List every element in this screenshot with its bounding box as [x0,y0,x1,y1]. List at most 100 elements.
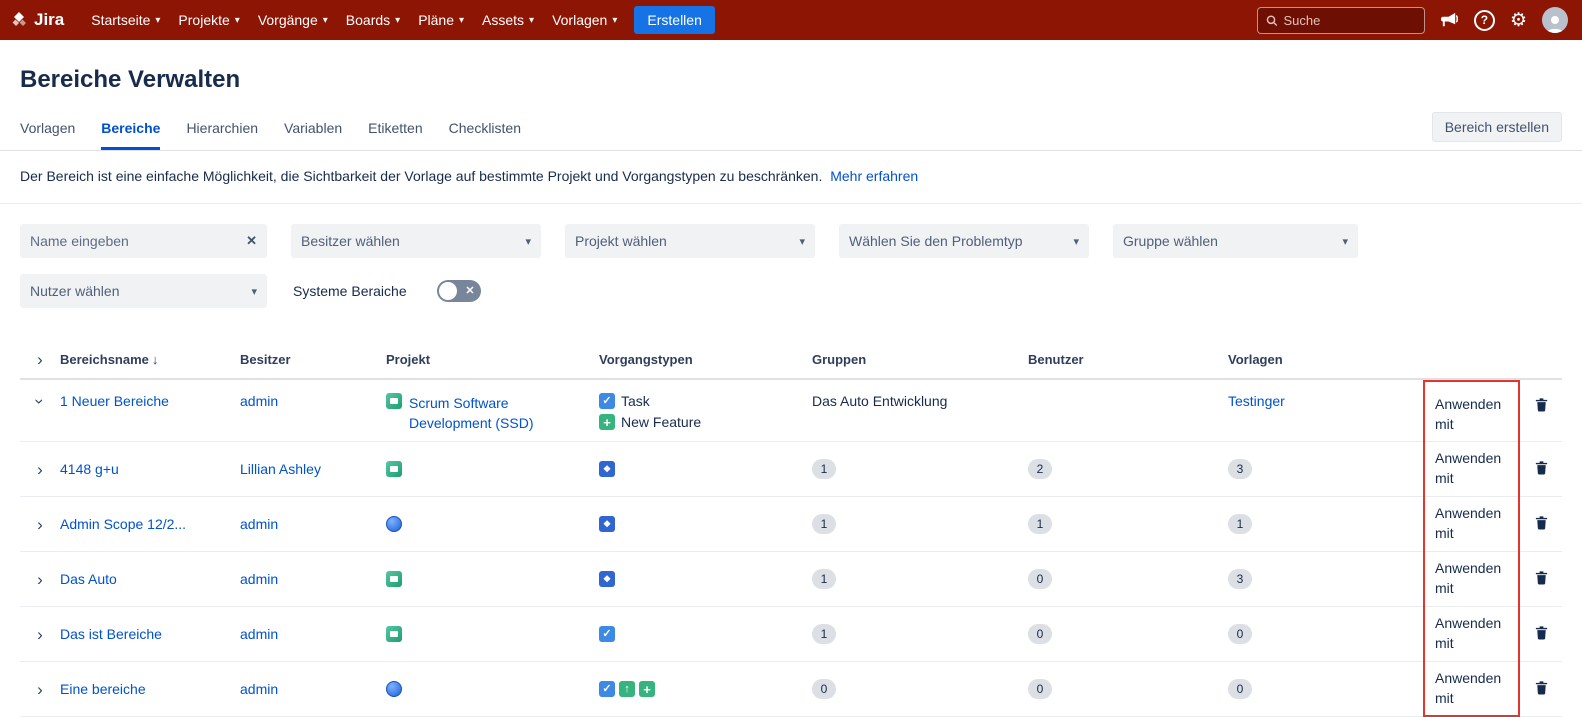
nav-item-startseite[interactable]: Startseite▾ [82,0,169,40]
tab-vorlagen[interactable]: Vorlagen [20,110,75,150]
header-projekt: Projekt [386,352,599,367]
clear-icon[interactable]: ✕ [246,233,257,249]
trash-icon [1534,680,1549,695]
nav-item-projekte[interactable]: Projekte▾ [169,0,248,40]
apply-with-link[interactable]: Anwenden mit [1435,395,1508,434]
project-icon-green [386,626,402,642]
table-row: › Admin Scope 12/2... admin ❖ 1 1 1 Anwe… [20,497,1562,552]
tab-hierarchien[interactable]: Hierarchien [186,110,258,150]
table-row: › 1 Neuer Bereiche admin Scrum Software … [20,380,1562,442]
create-button[interactable]: Erstellen [634,6,714,34]
name-filter-input[interactable] [30,233,230,249]
sort-desc-icon: ↓ [152,352,159,367]
delete-scope-button[interactable] [1530,566,1553,592]
owner-select[interactable]: Besitzer wählen ▾ [291,224,541,258]
header-gruppen: Gruppen [812,352,1028,367]
improvement-icon: ↑ [619,681,635,697]
expand-all-chevron-icon[interactable]: › [37,351,43,368]
nav-item-plaene[interactable]: Pläne▾ [409,0,473,40]
users-count-badge: 0 [1028,569,1052,589]
nav-item-boards[interactable]: Boards▾ [337,0,409,40]
jira-logo[interactable]: Jira [10,10,64,30]
users-count-badge: 1 [1028,514,1052,534]
search-input[interactable] [1283,13,1416,28]
template-link[interactable]: Testinger [1228,393,1285,409]
scopes-table: › Bereichsname↓ Besitzer Projekt Vorgang… [20,340,1562,717]
expand-row-chevron-icon[interactable]: › [37,626,43,643]
owner-link[interactable]: admin [240,571,278,587]
apply-with-link[interactable]: Anwenden mit [1435,669,1508,708]
templates-count-badge: 3 [1228,459,1252,479]
scope-name-link[interactable]: 1 Neuer Bereiche [60,393,169,409]
issue-type-label: New Feature [621,414,701,430]
gear-icon[interactable]: ⚙ [1510,11,1527,30]
trash-icon [1534,515,1549,530]
create-scope-button[interactable]: Bereich erstellen [1432,112,1562,142]
nav-item-vorlagen[interactable]: Vorlagen▾ [543,0,626,40]
apply-with-link[interactable]: Anwenden mit [1435,559,1508,598]
help-icon[interactable]: ? [1474,10,1495,31]
expand-row-chevron-icon[interactable]: › [37,681,43,698]
expand-row-chevron-icon[interactable]: › [37,461,43,478]
header-bereichsname[interactable]: Bereichsname↓ [60,352,240,367]
table-row: › Eine bereiche admin ✓ ↑ + 0 0 0 Anwend… [20,662,1562,717]
scope-name-link[interactable]: 4148 g+u [60,461,119,477]
nav-item-assets[interactable]: Assets▾ [473,0,543,40]
chevron-down-icon: ▾ [612,15,617,26]
project-select[interactable]: Projekt wählen ▾ [565,224,815,258]
navbar-right: ? ⚙ [1257,7,1568,34]
delete-scope-button[interactable] [1530,393,1553,419]
new-feature-icon: + [599,414,615,430]
scope-name-link[interactable]: Das Auto [60,571,117,587]
jira-logo-text: Jira [34,10,64,30]
toggle-knob [439,282,457,300]
apply-with-link[interactable]: Anwenden mit [1435,449,1508,488]
owner-link[interactable]: admin [240,681,278,697]
collapse-row-chevron-icon[interactable]: › [31,399,48,405]
jira-logo-icon [10,11,28,29]
name-filter[interactable]: ✕ [20,224,267,258]
system-scopes-toggle[interactable]: ✕ [437,280,481,302]
scope-name-link[interactable]: Das ist Bereiche [60,626,162,642]
expand-row-chevron-icon[interactable]: › [37,571,43,588]
delete-scope-button[interactable] [1530,511,1553,537]
group-select[interactable]: Gruppe wählen ▾ [1113,224,1358,258]
scope-name-link[interactable]: Eine bereiche [60,681,146,697]
delete-scope-button[interactable] [1530,676,1553,702]
tab-variablen[interactable]: Variablen [284,110,342,150]
delete-scope-button[interactable] [1530,621,1553,647]
scope-name-link[interactable]: Admin Scope 12/2... [60,516,186,532]
owner-link[interactable]: admin [240,393,278,409]
apply-with-link[interactable]: Anwenden mit [1435,614,1508,653]
chevron-down-icon: ▾ [235,15,240,26]
announcement-icon[interactable] [1440,11,1459,30]
tab-etiketten[interactable]: Etiketten [368,110,422,150]
templates-count-badge: 1 [1228,514,1252,534]
project-link[interactable]: Scrum Software Development (SSD) [409,393,559,434]
issuetype-select[interactable]: Wählen Sie den Problemtyp ▾ [839,224,1089,258]
apply-with-link[interactable]: Anwenden mit [1435,504,1508,543]
templates-count-badge: 0 [1228,624,1252,644]
new-feature-icon: + [639,681,655,697]
project-icon-green [386,393,402,409]
owner-link[interactable]: Lillian Ashley [240,461,321,477]
templates-count-badge: 3 [1228,569,1252,589]
tab-bereiche[interactable]: Bereiche [101,110,160,150]
trash-icon [1534,570,1549,585]
chevron-down-icon: ▾ [323,15,328,26]
table-header-row: › Bereichsname↓ Besitzer Projekt Vorgang… [20,340,1562,380]
search-box[interactable] [1257,7,1425,34]
delete-scope-button[interactable] [1530,456,1553,482]
avatar[interactable] [1542,7,1568,33]
chevron-down-icon: ▾ [155,15,160,26]
nav-item-vorgaenge[interactable]: Vorgänge▾ [249,0,337,40]
owner-link[interactable]: admin [240,626,278,642]
chevron-down-icon: ▾ [459,15,464,26]
users-count-badge: 2 [1028,459,1052,479]
owner-link[interactable]: admin [240,516,278,532]
user-select[interactable]: Nutzer wählen ▾ [20,274,267,308]
tab-checklisten[interactable]: Checklisten [449,110,521,150]
chevron-down-icon: ▾ [251,285,257,298]
expand-row-chevron-icon[interactable]: › [37,516,43,533]
learn-more-link[interactable]: Mehr erfahren [830,168,918,184]
